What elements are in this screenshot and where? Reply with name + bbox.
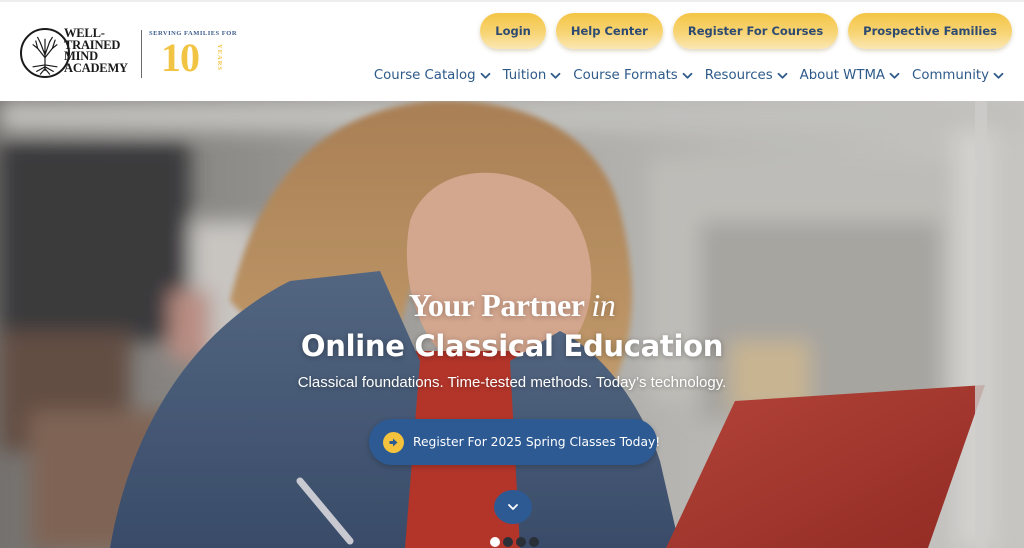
chevron-down-icon — [550, 72, 561, 79]
chevron-down-icon — [682, 72, 693, 79]
logo-wordmark: WELL- TRAINED MIND ACADEMY — [64, 27, 144, 75]
nav-item-tuition[interactable]: Tuition — [503, 68, 562, 83]
hero-title: Online Classical Education — [300, 329, 724, 363]
slider-dot[interactable] — [516, 537, 526, 547]
nav-item-label: Course Formats — [573, 68, 678, 83]
cta-label: Register For 2025 Spring Classes Today! — [413, 435, 661, 449]
tree-emblem-icon — [20, 28, 70, 78]
nav-item-label: About WTMA — [799, 68, 886, 83]
hero-kicker-em: in — [591, 287, 616, 323]
slider-dot[interactable] — [490, 537, 500, 547]
nav-item-label: Resources — [704, 68, 773, 83]
hero-subtitle: Classical foundations. Time-tested metho… — [297, 374, 727, 391]
slider-dot[interactable] — [503, 537, 513, 547]
nav-item-community[interactable]: Community — [912, 68, 1004, 83]
register-for-courses-button[interactable]: Register For Courses — [672, 13, 839, 49]
register-spring-classes-button[interactable]: Register For 2025 Spring Classes Today! — [369, 419, 661, 465]
help-center-button[interactable]: Help Center — [555, 13, 663, 49]
arrow-right-circle-icon — [383, 431, 404, 453]
hero-kicker: Your Partner in — [0, 287, 1024, 324]
utility-nav: Login Help Center Register For Courses P… — [480, 13, 1012, 49]
site-logo[interactable]: WELL- TRAINED MIND ACADEMY SERVING FAMIL… — [20, 26, 240, 82]
nav-item-course-catalog[interactable]: Course Catalog — [374, 68, 491, 83]
nav-item-about-wtma[interactable]: About WTMA — [800, 68, 900, 83]
hero-kicker-main: Your Partner — [408, 287, 585, 323]
scroll-down-button[interactable] — [494, 490, 532, 524]
logo-years-number: 10 — [161, 35, 200, 80]
nav-item-label: Course Catalog — [373, 68, 476, 83]
logo-years-label: YEARS — [216, 44, 223, 72]
nav-item-course-formats[interactable]: Course Formats — [573, 68, 693, 83]
hero-content: Your Partner in Online Classical Educati… — [0, 101, 1024, 548]
chevron-down-icon — [889, 72, 900, 79]
chevron-down-icon — [777, 72, 788, 79]
slider-dots — [490, 537, 539, 547]
logo-line: ACADEMY — [64, 60, 128, 75]
nav-item-label: Tuition — [502, 68, 547, 83]
login-button[interactable]: Login — [480, 13, 546, 49]
logo-divider — [141, 30, 142, 78]
chevron-down-icon — [508, 504, 518, 510]
slider-dot[interactable] — [529, 537, 539, 547]
chevron-down-icon — [480, 72, 490, 79]
hero-slider: Your Partner in Online Classical Educati… — [0, 101, 1024, 548]
main-nav: Course Catalog Tuition Course Formats Re… — [374, 68, 1004, 83]
chevron-down-icon — [993, 72, 1004, 79]
prospective-families-button[interactable]: Prospective Families — [848, 13, 1012, 49]
nav-item-label: Community — [912, 68, 989, 83]
site-header: WELL- TRAINED MIND ACADEMY SERVING FAMIL… — [0, 0, 1024, 101]
nav-item-resources[interactable]: Resources — [705, 68, 788, 83]
